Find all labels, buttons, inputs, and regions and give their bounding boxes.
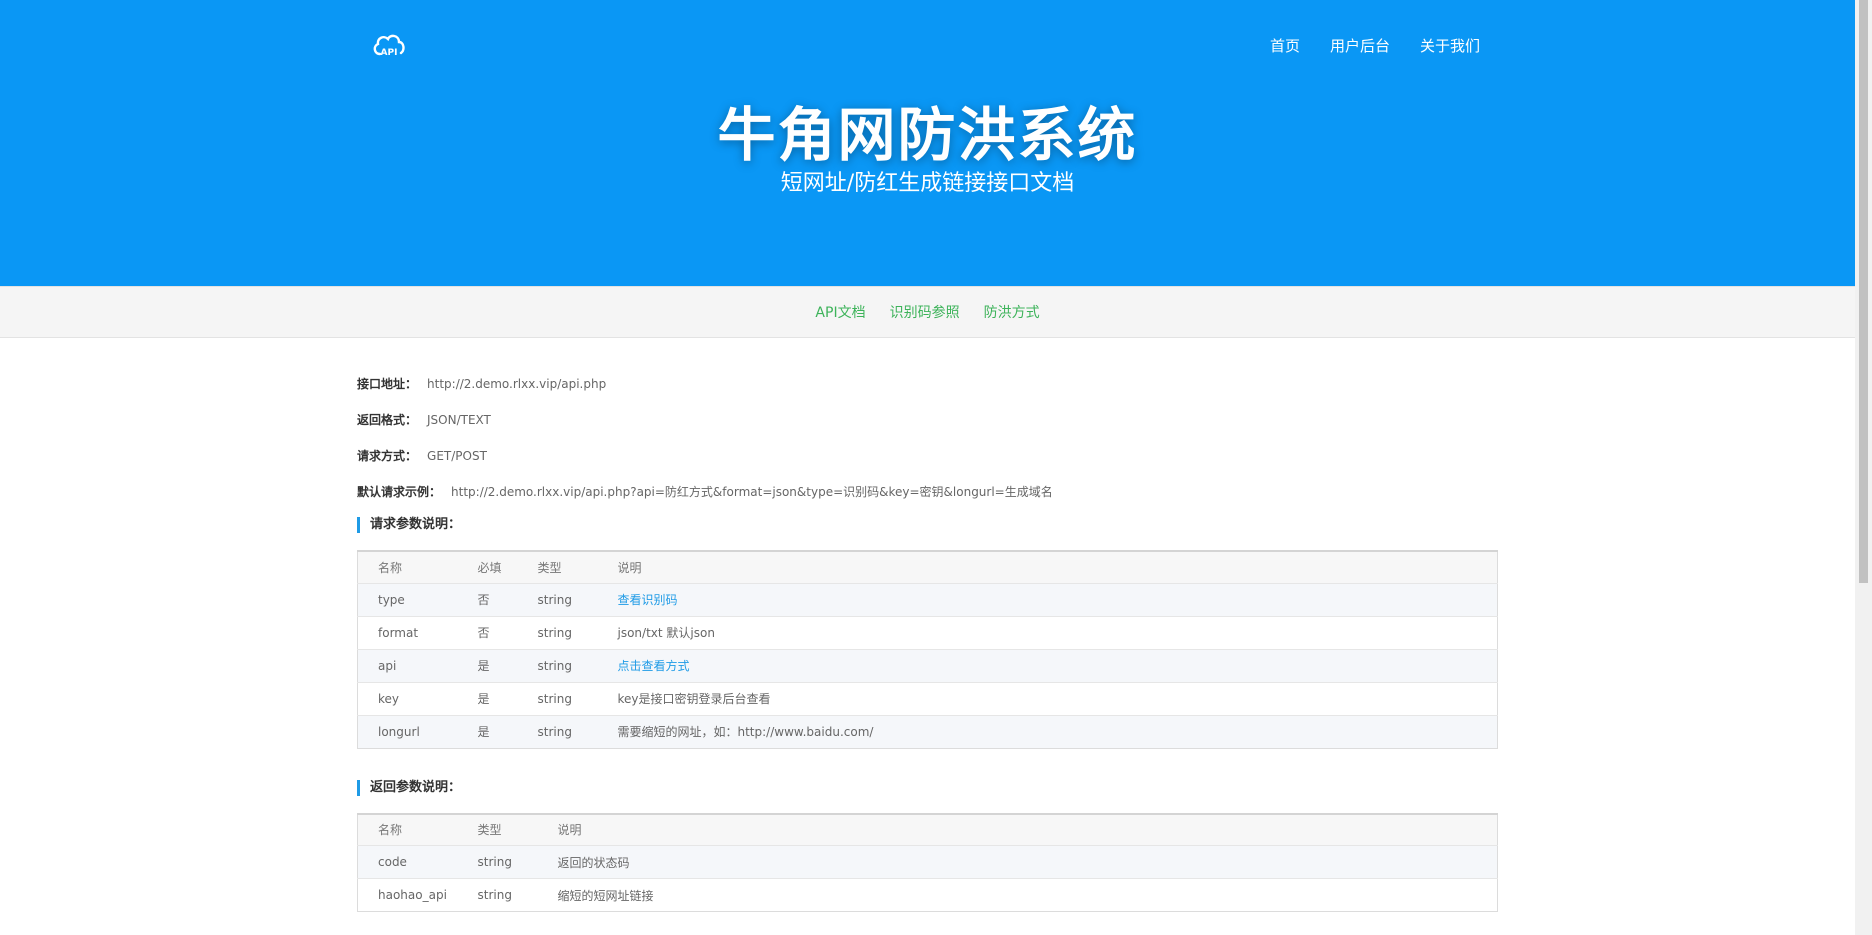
info-label: 默认请求示例：	[357, 485, 442, 499]
table-cell: haohao_api	[357, 878, 458, 912]
table-cell: 缩短的短网址链接	[537, 878, 1498, 912]
column-header: 类型	[517, 551, 598, 583]
view-methods-link[interactable]: 点击查看方式	[618, 659, 690, 673]
table-cell: 是	[457, 648, 518, 682]
table-row: api 是 string 点击查看方式	[357, 648, 1498, 682]
table-cell: string	[517, 681, 598, 715]
table-row: format 否 string json/txt 默认json	[357, 615, 1498, 649]
table-cell: code	[357, 845, 458, 879]
doc-content: 接口地址： http://2.demo.rlxx.vip/api.php 返回格式…	[357, 370, 1498, 912]
table-cell: key是接口密钥登录后台查看	[597, 681, 1498, 715]
table-cell: format	[357, 615, 458, 649]
info-format: 返回格式： JSON/TEXT	[357, 406, 1498, 442]
table-cell: 是	[457, 681, 518, 715]
view-code-link[interactable]: 查看识别码	[618, 593, 678, 607]
table-cell: 点击查看方式	[597, 648, 1498, 682]
doc-subnav: API文档 识别码参照 防洪方式	[0, 286, 1855, 338]
table-row: longurl 是 string 需要缩短的网址，如：http://www.ba…	[357, 714, 1498, 748]
table-row: key 是 string key是接口密钥登录后台查看	[357, 681, 1498, 715]
info-value: JSON/TEXT	[427, 413, 491, 427]
column-header: 名称	[357, 813, 458, 846]
table-cell: 返回的状态码	[537, 845, 1498, 879]
table-cell: string	[517, 714, 598, 748]
column-header: 类型	[457, 813, 538, 846]
info-label: 请求方式：	[357, 449, 418, 463]
table-cell: 查看识别码	[597, 582, 1498, 616]
table-row: code string 返回的状态码	[357, 845, 1498, 879]
info-label: 接口地址：	[357, 377, 418, 391]
page-title: 牛角网防洪系统	[717, 101, 1138, 169]
request-params-title: 请求参数说明：	[357, 517, 1498, 533]
table-cell: string	[457, 845, 538, 879]
tab-api-docs[interactable]: API文档	[815, 302, 865, 322]
table-cell: api	[357, 648, 458, 682]
response-params-table: 名称 类型 说明 code string 返回的状态码 haohao_api s…	[357, 812, 1498, 912]
nav-about-link[interactable]: 关于我们	[1420, 35, 1480, 56]
table-cell: 是	[457, 714, 518, 748]
info-method: 请求方式： GET/POST	[357, 442, 1498, 478]
table-cell: string	[517, 648, 598, 682]
nav-user-dashboard-link[interactable]: 用户后台	[1330, 35, 1390, 56]
column-header: 必填	[457, 551, 518, 583]
table-header-row: 名称 类型 说明	[357, 813, 1498, 846]
table-row: type 否 string 查看识别码	[357, 582, 1498, 616]
info-example: 默认请求示例： http://2.demo.rlxx.vip/api.php?ap…	[357, 478, 1498, 514]
table-row: haohao_api string 缩短的短网址链接	[357, 878, 1498, 912]
table-cell: 否	[457, 582, 518, 616]
info-value: http://2.demo.rlxx.vip/api.php	[427, 377, 607, 391]
svg-text:API: API	[381, 48, 398, 58]
table-cell: longurl	[357, 714, 458, 748]
table-cell: json/txt 默认json	[597, 615, 1498, 649]
tab-protection-methods[interactable]: 防洪方式	[984, 302, 1040, 322]
page-scrollbar[interactable]	[1855, 0, 1872, 935]
page-subtitle: 短网址/防红生成链接接口文档	[780, 171, 1075, 196]
api-cloud-logo-icon[interactable]: API	[372, 30, 406, 60]
request-params-table: 名称 必填 类型 说明 type 否 string 查看识别码 format 否…	[357, 550, 1498, 749]
nav-home-link[interactable]: 首页	[1270, 35, 1300, 56]
info-endpoint: 接口地址： http://2.demo.rlxx.vip/api.php	[357, 370, 1498, 406]
hero-banner: API 首页 用户后台 关于我们 牛角网防洪系统 短网址/防红生成链接接口文档	[0, 0, 1855, 286]
table-cell: type	[357, 582, 458, 616]
table-cell: string	[517, 615, 598, 649]
info-value: GET/POST	[427, 449, 487, 463]
column-header: 名称	[357, 551, 458, 583]
table-cell: string	[457, 878, 538, 912]
table-header-row: 名称 必填 类型 说明	[357, 551, 1498, 583]
scrollbar-thumb[interactable]	[1859, 0, 1868, 583]
column-header: 说明	[537, 813, 1498, 846]
table-cell: 否	[457, 615, 518, 649]
table-cell: key	[357, 681, 458, 715]
tab-code-reference[interactable]: 识别码参照	[890, 302, 960, 322]
top-nav: 首页 用户后台 关于我们	[1270, 35, 1480, 56]
column-header: 说明	[597, 551, 1498, 583]
response-params-title: 返回参数说明：	[357, 779, 1498, 796]
table-cell: string	[517, 582, 598, 616]
table-cell: 需要缩短的网址，如：http://www.baidu.com/	[597, 714, 1498, 748]
info-value: http://2.demo.rlxx.vip/api.php?api=防红方式&…	[451, 485, 1053, 499]
info-label: 返回格式：	[357, 413, 418, 427]
